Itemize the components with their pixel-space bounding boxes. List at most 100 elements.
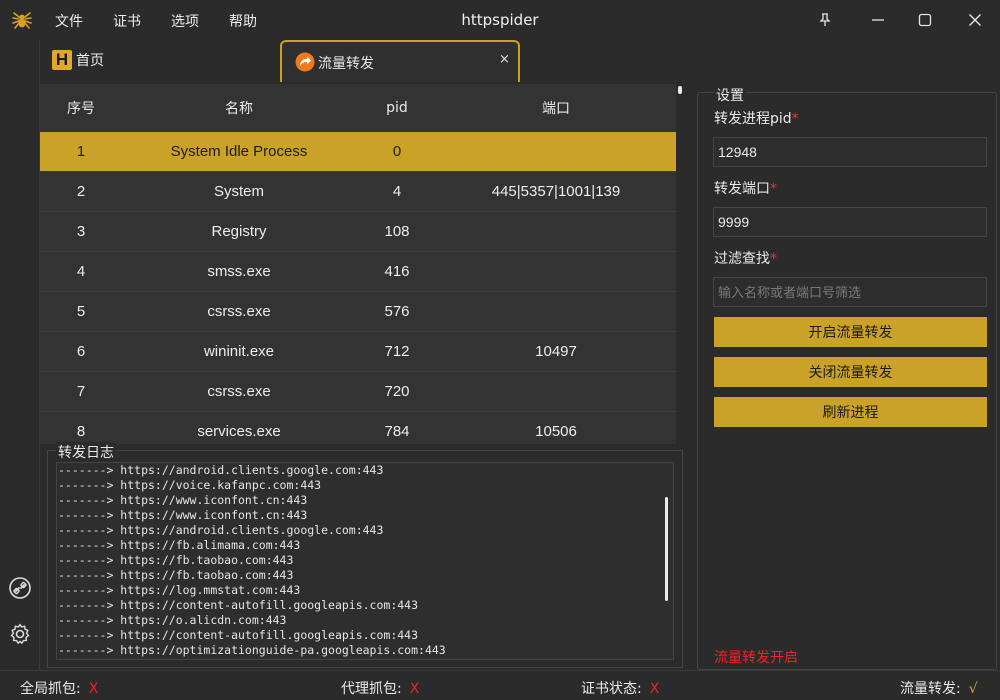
cell-pid: 784 [384,423,410,440]
tab-home-label: 首页 [76,53,104,69]
cell-name: csrss.exe [207,303,271,320]
left-sidebar [0,40,40,670]
log-line: -------> https://fb.alimama.com:443 [58,538,301,552]
cell-index: 7 [76,383,86,400]
cell-name: wininit.exe [203,343,275,360]
forward-status-label: 流量转发: [900,681,961,697]
global-capture-label: 全局抓包: [20,681,81,697]
cell-pid: 712 [384,343,410,360]
log-title: 转发日志 [56,442,116,462]
table-row[interactable]: 5 csrss.exe 576 [40,292,676,332]
log-line: -------> https://optimizationguide-pa.go… [58,643,446,657]
column-header-pid[interactable]: pid [356,100,438,116]
required-mark: * [770,181,777,197]
table-row[interactable]: 6 wininit.exe 712 10497 [40,332,676,372]
link-icon[interactable] [8,576,32,600]
cell-port: 10506 [535,423,577,440]
cell-index: 6 [76,343,86,360]
column-header-port[interactable]: 端口 [438,98,674,118]
log-line: -------> https://android.clients.google.… [58,463,384,477]
table-row[interactable]: 7 csrss.exe 720 [40,372,676,412]
log-line: -------> https://www.iconfont.cn:443 [58,508,308,522]
table-scrollbar[interactable] [678,86,682,94]
log-line: -------> https://o.alicdn.com:443 [58,613,287,627]
proxy-capture-status: 代理抓包: X [341,678,419,698]
proxy-capture-value: X [409,681,420,697]
cell-name: smss.exe [207,263,271,280]
table-row[interactable]: 8 services.exe 784 10506 [40,412,676,444]
cell-index: 5 [76,303,86,320]
log-line: -------> https://content-autofill.google… [58,628,419,642]
cell-name: System Idle Process [170,143,308,160]
table-row[interactable]: 3 Registry 108 [40,212,676,252]
table-row[interactable]: 4 smss.exe 416 [40,252,676,292]
title-bar: 文件 证书 选项 帮助 httpspider [0,0,1000,40]
cell-index: 3 [76,223,86,240]
cell-pid: 0 [392,143,402,160]
menu-file[interactable]: 文件 [55,11,83,31]
cell-port: 445|5357|1001|139 [491,183,621,200]
cell-pid: 416 [384,263,410,280]
tab-traffic-forward[interactable]: 流量转发 × [280,40,520,82]
table-row[interactable]: 1 System Idle Process 0 [40,132,676,172]
minimize-button[interactable] [866,8,890,32]
tab-close-icon[interactable]: × [499,52,510,67]
forward-status-value: √ [968,681,978,697]
proxy-capture-label: 代理抓包: [341,681,402,697]
cell-index: 8 [76,423,86,440]
close-button[interactable] [963,8,987,32]
filter-label-text: 过滤查找 [714,251,770,267]
cell-pid: 108 [384,223,410,240]
forward-status-text: 流量转发开启 [714,650,798,666]
spider-logo-icon [12,12,32,29]
cell-pid: 720 [384,383,410,400]
cert-status: 证书状态: X [581,678,659,698]
refresh-process-button[interactable]: 刷新进程 [714,397,987,427]
pin-button[interactable] [813,8,837,32]
required-mark: * [791,111,799,127]
required-mark: * [770,251,777,267]
menu-certificate[interactable]: 证书 [113,11,141,31]
port-label-text: 转发端口 [714,181,770,197]
log-line: -------> https://log.mmstat.com:443 [58,583,301,597]
column-header-name[interactable]: 名称 [122,98,356,118]
tab-traffic-forward-label: 流量转发 [318,56,374,72]
stop-forward-button[interactable]: 关闭流量转发 [714,357,987,387]
process-table: 序号 名称 pid 端口 1 System Idle Process 0 2 Syste… [40,84,676,444]
port-input[interactable] [713,207,987,237]
status-bar: 全局抓包: X 代理抓包: X 证书状态: X 流量转发: √ [0,670,1000,700]
menu-options[interactable]: 选项 [171,11,199,31]
cell-name: Registry [211,223,267,240]
filter-label: 过滤查找* [714,248,777,268]
cell-index: 1 [76,143,86,160]
pid-label: 转发进程pid* [714,108,799,128]
global-capture-status: 全局抓包: X [20,678,98,698]
filter-input[interactable] [713,277,987,307]
tab-home[interactable]: H 首页 [52,48,104,72]
log-scrollbar[interactable] [665,497,668,601]
pid-label-text: 转发进程pid [714,111,792,127]
maximize-icon [918,13,932,27]
close-icon [969,14,981,26]
settings-gear-icon[interactable] [8,622,32,646]
log-output[interactable]: -------> https://android.clients.google.… [56,462,674,660]
column-header-index[interactable]: 序号 [40,98,122,118]
cert-status-value: X [649,681,660,697]
cert-status-label: 证书状态: [581,681,642,697]
log-line: -------> https://fb.taobao.com:443 [58,553,294,567]
log-line: -------> https://voice.kafanpc.com:443 [58,478,322,492]
start-forward-button[interactable]: 开启流量转发 [714,317,987,347]
minimize-icon [872,19,884,21]
maximize-button[interactable] [913,8,937,32]
forward-arrow-icon [295,52,315,72]
pid-input[interactable] [713,137,987,167]
port-label: 转发端口* [714,178,777,198]
table-row[interactable]: 2 System 4 445|5357|1001|139 [40,172,676,212]
cell-pid: 4 [392,183,402,200]
cell-pid: 576 [384,303,410,320]
cell-name: services.exe [197,423,281,440]
home-logo-icon: H [52,50,72,70]
log-line: -------> https://content-autofill.google… [58,598,419,612]
log-line: -------> https://www.iconfont.cn:443 [58,493,308,507]
menu-help[interactable]: 帮助 [229,11,257,31]
